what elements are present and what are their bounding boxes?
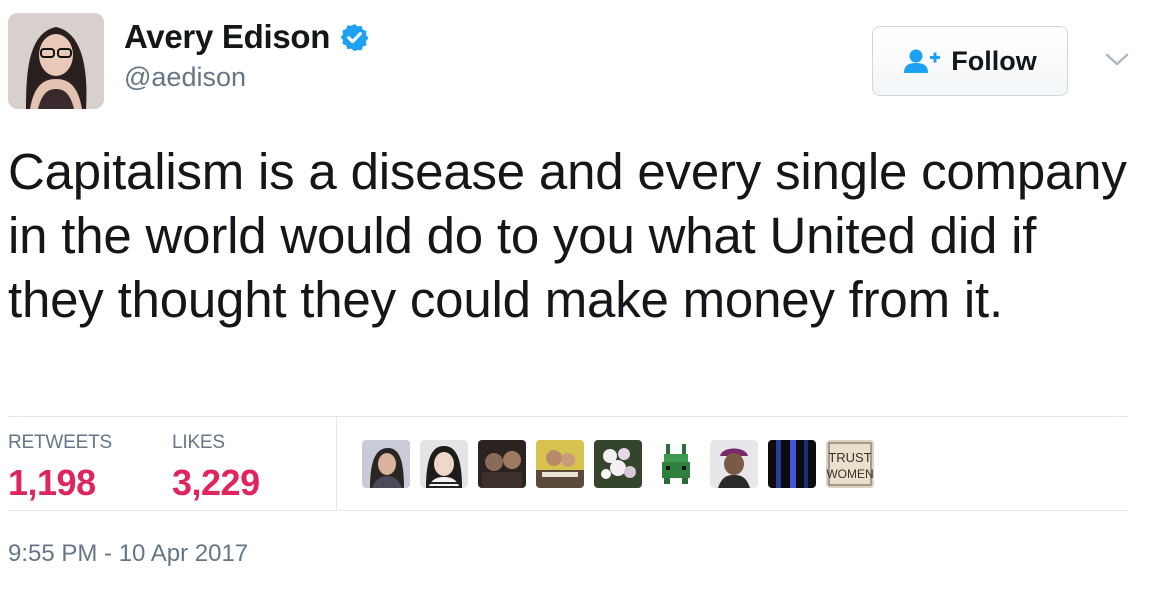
- author-handle[interactable]: @aedison: [124, 62, 370, 93]
- chevron-down-icon[interactable]: [1104, 52, 1130, 68]
- likes-count: 3,229: [172, 462, 260, 503]
- author-avatar-image: [8, 13, 104, 109]
- likes-label: LIKES: [172, 432, 225, 453]
- retweets-label: RETWEETS: [8, 432, 112, 453]
- likes-stat[interactable]: LIKES 3,229: [172, 432, 260, 504]
- retweets-count: 1,198: [8, 462, 96, 503]
- author-name[interactable]: Avery Edison: [124, 18, 330, 56]
- tweet-timestamp[interactable]: 9:55 PM - 10 Apr 2017: [8, 540, 248, 568]
- svg-text:WOMEN: WOMEN: [826, 467, 873, 481]
- liker-avatar-1[interactable]: [362, 440, 410, 488]
- liker-avatar-3[interactable]: [478, 440, 526, 488]
- liker-avatar-7[interactable]: [710, 440, 758, 488]
- liker-avatar-5[interactable]: [594, 440, 642, 488]
- liker-avatar-4[interactable]: [536, 440, 584, 488]
- stats-vertical-divider: [336, 417, 337, 510]
- liker-avatar-2[interactable]: [420, 440, 468, 488]
- follow-button[interactable]: Follow: [872, 26, 1068, 96]
- author-block[interactable]: Avery Edison @aedison: [124, 18, 370, 93]
- stats-top-divider: [8, 416, 1128, 417]
- follow-person-plus-icon: [904, 49, 941, 73]
- likers-avatar-row: TRUST WOMEN: [362, 440, 884, 488]
- liker-avatar-6[interactable]: [652, 440, 700, 488]
- stats-bottom-divider: [8, 510, 1128, 511]
- tweet-text: Capitalism is a disease and every single…: [8, 143, 1127, 328]
- retweets-stat[interactable]: RETWEETS 1,198: [8, 432, 112, 504]
- follow-button-label: Follow: [951, 45, 1037, 76]
- liker-avatar-8[interactable]: [768, 440, 816, 488]
- liker-avatar-9[interactable]: TRUST WOMEN: [826, 440, 874, 488]
- author-avatar[interactable]: [8, 13, 104, 109]
- verified-badge-icon: [340, 23, 369, 51]
- svg-text:TRUST: TRUST: [828, 450, 871, 465]
